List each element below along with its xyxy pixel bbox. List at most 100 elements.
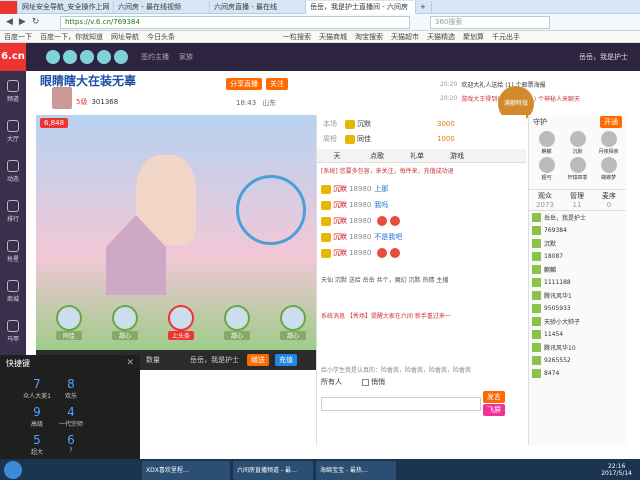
shortcut-cell[interactable]: 9 高级 <box>22 405 52 429</box>
nav-item-shop[interactable]: 商城 <box>0 271 26 311</box>
list-item[interactable]: 腾讯风华10 <box>529 341 626 354</box>
list-item[interactable]: 11454 <box>529 328 626 341</box>
url-input[interactable]: https://v.6.cn/769384 <box>60 15 410 29</box>
taskbar-item[interactable]: 六间房直播频道 - 最… <box>233 460 313 480</box>
shortcut-cell[interactable]: 7 众人大美1 <box>22 377 52 401</box>
taskbar-item[interactable]: 海绵宝宝 - 最热… <box>316 460 396 480</box>
site-logo[interactable]: 6.cn <box>0 43 26 71</box>
message-user[interactable]: 沉默 <box>333 232 347 242</box>
seat-slot[interactable]: 上头条 <box>168 305 194 340</box>
browser-tab-active[interactable]: 岳岳，我是护士直播间 - 六间房 <box>306 0 416 14</box>
tab-chat[interactable]: 天 <box>317 151 357 161</box>
recharge-button[interactable]: 充值 <box>275 354 297 366</box>
bookmark-item[interactable]: 天猫商城 <box>315 31 351 43</box>
nav-item-feed[interactable]: 动态 <box>0 151 26 191</box>
private-checkbox[interactable] <box>362 378 369 386</box>
chat-target-select[interactable]: 所有人 <box>321 377 342 387</box>
browser-tab[interactable]: 六间房 - 最在线视频 <box>114 0 210 14</box>
list-item[interactable]: 18087 <box>529 250 626 263</box>
back-icon[interactable]: ◀ <box>6 17 13 27</box>
bookmark-item[interactable]: 一粒搜索 <box>279 31 315 43</box>
list-item[interactable]: 沉默 <box>529 237 626 250</box>
follow-button[interactable]: 关注 <box>266 78 288 90</box>
bookmark-item[interactable]: 今日头条 <box>143 31 179 43</box>
shortcut-cell[interactable]: 8 欢乐 <box>56 377 86 401</box>
nav-item-hall[interactable]: 大厅 <box>0 111 26 151</box>
give-gift-button[interactable]: 赠送 <box>247 354 269 366</box>
bookmark-item[interactable]: 淘宝搜索 <box>351 31 387 43</box>
circle-icon[interactable] <box>97 50 111 64</box>
message-user[interactable]: 沉默 <box>333 200 347 210</box>
list-item[interactable]: 岳岳，我是护士 <box>529 211 626 224</box>
nav-item-star[interactable]: 抢星 <box>0 231 26 271</box>
header-link[interactable]: 家族 <box>179 52 193 62</box>
gift-quantity-input[interactable]: 数量 <box>146 355 160 365</box>
list-item[interactable]: 天骄小大帅子 <box>529 315 626 328</box>
bookmark-item[interactable]: 百度一下 <box>0 31 36 43</box>
taskbar-clock[interactable]: 22:16 2017/5/14 <box>601 463 632 477</box>
browser-tab[interactable]: 网址安全导航_安全操作上网 <box>18 0 114 14</box>
nav-item-channel[interactable]: 频道 <box>0 71 26 111</box>
start-icon[interactable] <box>4 460 22 479</box>
nav-item-vest[interactable]: 马甲 <box>0 311 26 351</box>
header-link[interactable]: 签约主播 <box>141 52 169 62</box>
browser-tab[interactable]: 六间房直播 - 最在线 <box>210 0 306 14</box>
refresh-icon[interactable]: ↻ <box>32 17 40 27</box>
tab-admin[interactable]: 管理 11 <box>561 191 593 209</box>
bookmark-item[interactable]: 千元出手 <box>488 31 524 43</box>
rank-name[interactable]: 沉默 <box>357 119 437 129</box>
list-item[interactable]: 769384 <box>529 224 626 237</box>
rank-name[interactable]: 同佳 <box>357 134 437 144</box>
avatar[interactable] <box>52 87 72 109</box>
taskbar-item[interactable]: XDX喜欢里程… <box>142 460 230 480</box>
guard-slot[interactable]: 麒麟 <box>531 131 562 155</box>
list-item[interactable]: 腾讯风华1 <box>529 289 626 302</box>
close-icon[interactable]: ✕ <box>126 358 134 368</box>
guard-slot[interactable]: 沉默 <box>562 131 593 155</box>
seat-slot[interactable]: 甜心 <box>112 305 138 340</box>
forward-icon[interactable]: ▶ <box>19 17 26 27</box>
shortcut-cell[interactable]: 4 一代宗师 <box>56 405 86 429</box>
video-stream[interactable]: 6,848 同佳 甜心 上头条 甜心 甜心 <box>36 115 316 350</box>
flying-screen-button[interactable]: 飞屏 <box>483 404 505 416</box>
bookmark-item[interactable]: 天猫超市 <box>387 31 423 43</box>
circle-icon[interactable] <box>46 50 60 64</box>
tab-song[interactable]: 点歌 <box>357 151 397 161</box>
tab-game[interactable]: 游戏 <box>437 151 477 161</box>
guard-slot[interactable]: 月夜相亲 <box>593 131 624 155</box>
seat-slot[interactable]: 同佳 <box>56 305 82 340</box>
nav-item-rank[interactable]: 排行 <box>0 191 26 231</box>
list-item[interactable]: 1111188 <box>529 276 626 289</box>
message-user[interactable]: 沉默 <box>333 248 347 258</box>
new-tab-button[interactable]: + <box>416 0 432 14</box>
guard-slot[interactable]: 超可 <box>531 157 562 181</box>
circle-icon[interactable] <box>80 50 94 64</box>
circle-icon[interactable] <box>63 50 77 64</box>
tab-gift-list[interactable]: 礼单 <box>397 151 437 161</box>
list-item[interactable]: 9505933 <box>529 302 626 315</box>
bookmark-item[interactable]: 天猫精选 <box>423 31 459 43</box>
send-button[interactable]: 发言 <box>483 391 505 403</box>
share-button[interactable]: 分享直播 <box>226 78 262 90</box>
guard-open-button[interactable]: 开通 <box>600 116 622 128</box>
user-label[interactable]: 岳岳，我是护士 <box>579 52 628 62</box>
shortcut-cell[interactable]: 5 超大 <box>22 433 52 457</box>
bookmark-item[interactable]: 聚划算 <box>459 31 488 43</box>
seat-slot[interactable]: 甜心 <box>224 305 250 340</box>
shortcut-cell[interactable]: 6? <box>56 433 86 457</box>
list-item[interactable]: 麒麟 <box>529 263 626 276</box>
search-input[interactable]: 360搜索 <box>430 15 550 29</box>
bookmark-item[interactable]: 百度一下，你就知道 <box>36 31 107 43</box>
circle-icon[interactable] <box>114 50 128 64</box>
seat-slot[interactable]: 甜心 <box>280 305 306 340</box>
message-user[interactable]: 沉默 <box>333 184 347 194</box>
list-item[interactable]: 9265552 <box>529 354 626 367</box>
tab-mic-queue[interactable]: 麦序 0 <box>593 191 625 209</box>
chat-input[interactable] <box>321 396 481 411</box>
guard-slot[interactable]: 轩辕四季 <box>562 157 593 181</box>
tab-audience[interactable]: 观众 2073 <box>529 191 561 209</box>
gift-target[interactable]: 岳岳，我是护士 <box>190 355 239 365</box>
message-user[interactable]: 沉默 <box>333 216 347 226</box>
bookmark-item[interactable]: 网址导航 <box>107 31 143 43</box>
guard-slot[interactable]: 蝴蝶梦 <box>593 157 624 181</box>
